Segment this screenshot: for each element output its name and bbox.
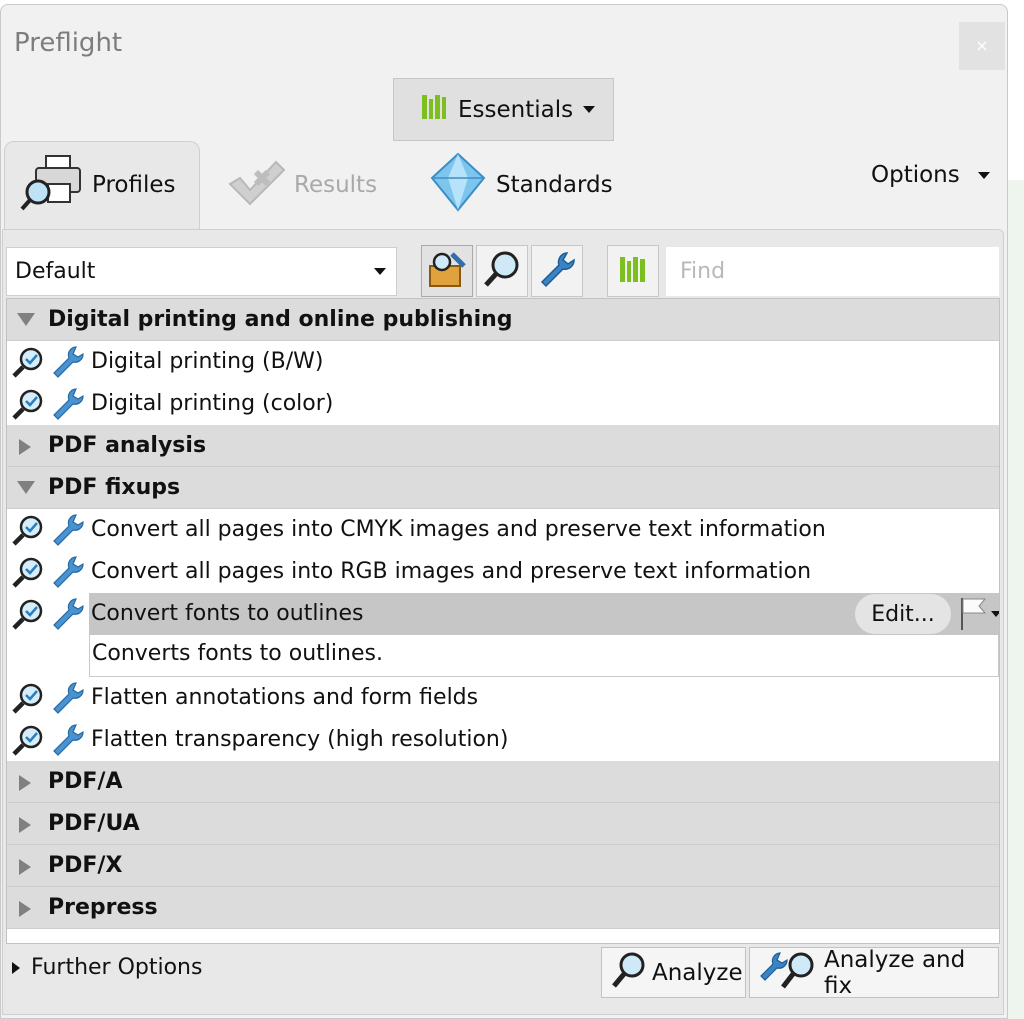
show-all-button[interactable]: [421, 245, 473, 297]
analyze-label: Analyze: [652, 959, 743, 986]
tree-item[interactable]: Convert all pages into RGB images and pr…: [7, 551, 999, 593]
find-input[interactable]: [666, 247, 999, 296]
tree-group[interactable]: PDF fixups: [7, 467, 999, 509]
further-options-label: Further Options: [31, 955, 203, 980]
group-label: Digital printing and online publishing: [48, 307, 513, 332]
library-bars-icon: [420, 93, 448, 127]
profile-select[interactable]: Default: [6, 247, 397, 296]
flag-dropdown-button[interactable]: [959, 596, 999, 638]
check-magnifier-icon: [11, 346, 45, 384]
item-label: Flatten annotations and form fields: [91, 685, 479, 710]
fixup-wrench-icon: [49, 680, 85, 720]
group-label: PDF/X: [48, 853, 123, 878]
tree-group[interactable]: PDF/UA: [7, 803, 999, 845]
tree-group[interactable]: PDF/A: [7, 761, 999, 803]
show-fixups-button[interactable]: [531, 245, 583, 297]
analyze-and-fix-button[interactable]: Analyze and fix: [749, 946, 999, 999]
profiles-tree: Digital printing and online publishing D…: [6, 298, 1000, 944]
group-label: PDF/A: [48, 769, 123, 794]
fixup-wrench-icon: [49, 554, 85, 594]
tree-item[interactable]: Flatten transparency (high resolution): [7, 719, 999, 761]
fixup-wrench-icon: [49, 386, 85, 426]
collapsed-triangle-icon[interactable]: [19, 859, 31, 875]
fixup-wrench-icon: [49, 722, 85, 762]
show-checks-button[interactable]: [476, 245, 528, 297]
item-label: Digital printing (color): [91, 391, 334, 416]
profile-select-value: Default: [15, 259, 96, 284]
tree-group[interactable]: PDF/X: [7, 845, 999, 887]
check-magnifier-icon: [11, 682, 45, 720]
tree-item[interactable]: Digital printing (color): [7, 383, 999, 425]
group-label: PDF analysis: [48, 433, 207, 458]
group-label: Prepress: [48, 895, 158, 920]
all-profiles-icon: [426, 248, 468, 294]
library-bars-icon: [618, 254, 648, 288]
magnifier-icon: [610, 950, 648, 996]
printer-magnifier-icon: [20, 152, 84, 218]
results-checkmark-icon: [226, 154, 286, 216]
collapsed-triangle-icon[interactable]: [19, 817, 31, 833]
fixup-wrench-icon: [49, 512, 85, 552]
window-title: Preflight: [14, 28, 123, 58]
tab-results-label: Results: [294, 172, 378, 198]
further-options-toggle[interactable]: Further Options: [12, 955, 202, 980]
tree-item[interactable]: Convert all pages into CMYK images and p…: [7, 509, 999, 551]
analyze-and-fix-label: Analyze and fix: [824, 946, 966, 999]
library-button[interactable]: [607, 245, 659, 297]
chevron-down-icon: [374, 268, 386, 275]
tree-group[interactable]: Prepress: [7, 887, 999, 929]
options-menu[interactable]: Options: [871, 162, 990, 188]
tab-standards[interactable]: Standards: [428, 152, 613, 218]
magnifier-icon: [482, 249, 522, 293]
item-label: Convert all pages into RGB images and pr…: [91, 559, 812, 584]
item-label: Convert fonts to outlines: [91, 601, 364, 626]
tree-item-selected[interactable]: Convert fonts to outlines Edit...: [7, 593, 999, 635]
collapsed-triangle-icon[interactable]: [19, 775, 31, 791]
fixup-wrench-icon: [49, 596, 85, 636]
check-magnifier-icon: [11, 388, 45, 426]
essentials-label: Essentials: [458, 96, 574, 123]
tab-profiles-label: Profiles: [92, 172, 176, 198]
close-button[interactable]: ×: [959, 22, 1005, 70]
tree-group[interactable]: Digital printing and online publishing: [7, 299, 999, 341]
chevron-down-icon: [977, 171, 990, 179]
expanded-triangle-icon[interactable]: [17, 481, 35, 494]
check-magnifier-icon: [11, 556, 45, 594]
edit-button[interactable]: Edit...: [855, 594, 951, 634]
tab-standards-label: Standards: [496, 172, 613, 198]
item-description: Converts fonts to outlines.: [89, 635, 999, 677]
tree-item[interactable]: Flatten annotations and form fields: [7, 677, 999, 719]
tree-item[interactable]: Digital printing (B/W): [7, 341, 999, 383]
check-magnifier-icon: [11, 514, 45, 552]
options-label: Options: [871, 162, 960, 188]
item-description-row: Converts fonts to outlines.: [7, 635, 999, 677]
collapsed-triangle-icon[interactable]: [19, 901, 31, 917]
tab-results[interactable]: Results: [226, 152, 377, 218]
chevron-down-icon: [583, 106, 596, 113]
item-label: Digital printing (B/W): [91, 349, 324, 374]
group-label: PDF fixups: [48, 475, 181, 500]
analyze-button[interactable]: Analyze: [601, 947, 746, 998]
collapsed-triangle-icon[interactable]: [19, 439, 31, 455]
diamond-icon: [428, 152, 488, 218]
group-label: PDF/UA: [48, 811, 140, 836]
wrench-magnifier-icon: [758, 949, 820, 997]
tree-group[interactable]: PDF analysis: [7, 425, 999, 467]
wrench-icon: [537, 249, 577, 293]
tab-profiles[interactable]: Profiles: [20, 152, 176, 218]
item-label: Flatten transparency (high resolution): [91, 727, 509, 752]
collapsed-triangle-icon: [12, 961, 20, 974]
check-magnifier-icon: [11, 598, 45, 636]
fixup-wrench-icon: [49, 344, 85, 384]
check-magnifier-icon: [11, 724, 45, 762]
expanded-triangle-icon[interactable]: [17, 313, 35, 326]
essentials-button[interactable]: Essentials: [393, 78, 614, 141]
item-label: Convert all pages into CMYK images and p…: [91, 517, 826, 542]
